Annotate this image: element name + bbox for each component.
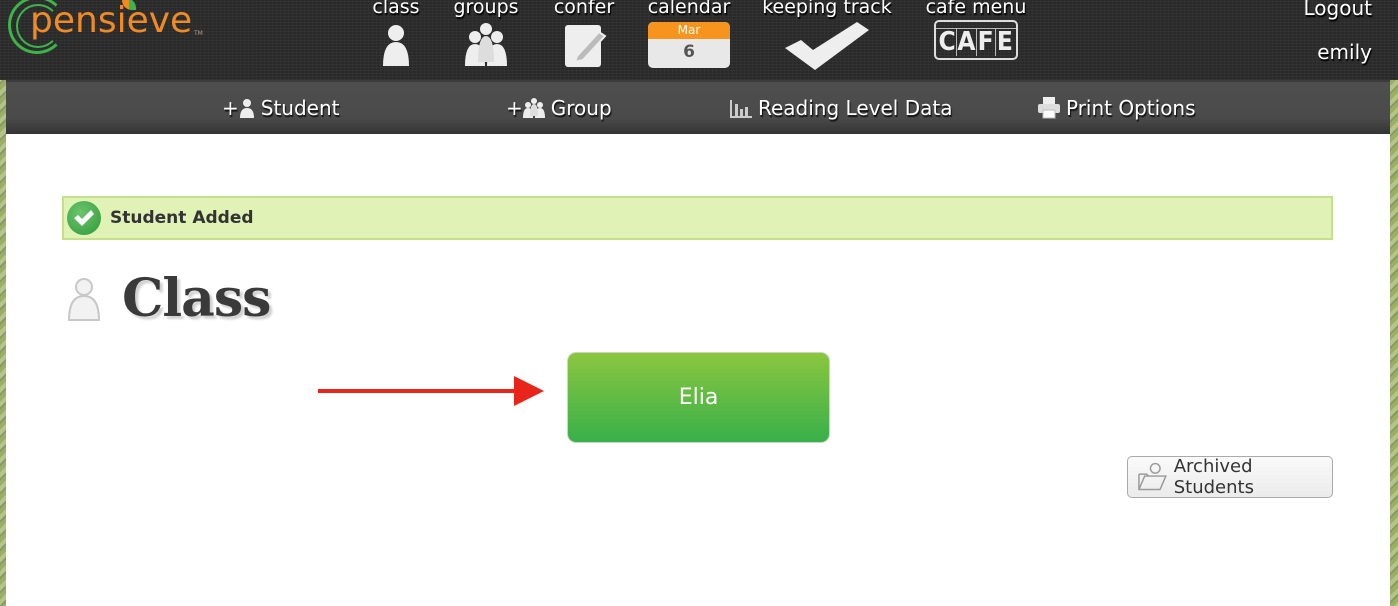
nav-cafe-menu-label: cafe menu — [925, 0, 1027, 18]
person-outline-icon — [67, 277, 101, 321]
plus-icon: + — [222, 96, 239, 120]
calendar-month: Mar — [648, 22, 730, 39]
page-title-text: Class — [122, 268, 271, 329]
nav-cafe-menu[interactable]: cafe menu C A F E — [922, 0, 1030, 80]
check-circle-icon — [67, 201, 101, 235]
person-icon — [383, 25, 409, 66]
reading-level-data-label: Reading Level Data — [758, 96, 953, 120]
user-area: Logout emily — [1304, 0, 1372, 62]
sub-navigation: + Student + Group Reading Level Data Pri… — [6, 80, 1390, 134]
nav-groups-label: groups — [453, 0, 519, 18]
person-icon — [239, 99, 254, 118]
student-card[interactable]: Elia — [567, 352, 830, 443]
pensieve-logo[interactable]: pensieve TM — [8, 0, 208, 62]
add-student-label: Student — [260, 96, 340, 120]
group-icon — [522, 98, 545, 118]
nav-class-label: class — [372, 0, 420, 18]
cafe-letter: A — [957, 27, 977, 57]
nav-confer[interactable]: confer — [550, 0, 618, 80]
logo-text: pensieve — [30, 0, 193, 41]
print-options-button[interactable]: Print Options — [1038, 96, 1196, 120]
logo-trademark: TM — [194, 30, 203, 37]
cafe-icon: C A F E — [934, 20, 1018, 60]
print-options-label: Print Options — [1066, 96, 1196, 120]
nav-keeping-track[interactable]: keeping track — [760, 0, 894, 80]
add-group-label: Group — [550, 96, 612, 120]
cafe-letter: C — [938, 27, 958, 57]
bar-chart-icon — [730, 100, 752, 118]
group-icon — [465, 23, 507, 66]
nav-groups[interactable]: groups — [448, 0, 524, 80]
nav-calendar-label: calendar — [647, 0, 731, 18]
top-header: pensieve TM class groups confer calendar — [0, 0, 1398, 80]
add-student-button[interactable]: + Student — [222, 96, 340, 120]
page-title: Class — [66, 268, 271, 329]
archive-folder-icon — [1138, 462, 1167, 491]
annotation-arrow — [318, 376, 544, 406]
calendar-icon: Mar 6 — [648, 22, 730, 68]
printer-icon — [1038, 97, 1060, 119]
checkmark-icon — [785, 22, 869, 70]
nav-confer-label: confer — [553, 0, 615, 18]
alert-message: Student Added — [110, 208, 254, 228]
student-name: Elia — [678, 385, 719, 410]
success-alert: Student Added — [62, 196, 1333, 240]
main-content: Student Added Class Elia Archived Studen… — [6, 134, 1390, 606]
archived-students-button[interactable]: Archived Students — [1127, 456, 1333, 498]
reading-level-data-button[interactable]: Reading Level Data — [730, 96, 952, 120]
notepad-pencil-icon — [565, 25, 607, 67]
cafe-letter: F — [977, 28, 996, 56]
cafe-letter: E — [996, 27, 1013, 57]
username[interactable]: emily — [1304, 42, 1372, 62]
add-group-button[interactable]: + Group — [506, 96, 612, 120]
archived-students-label: Archived Students — [1173, 456, 1254, 498]
plus-icon: + — [506, 96, 523, 120]
nav-class[interactable]: class — [370, 0, 422, 80]
calendar-day: 6 — [683, 42, 695, 62]
nav-calendar[interactable]: calendar Mar 6 — [644, 0, 734, 80]
nav-keeping-track-label: keeping track — [762, 0, 892, 18]
logout-link[interactable]: Logout — [1304, 0, 1372, 18]
